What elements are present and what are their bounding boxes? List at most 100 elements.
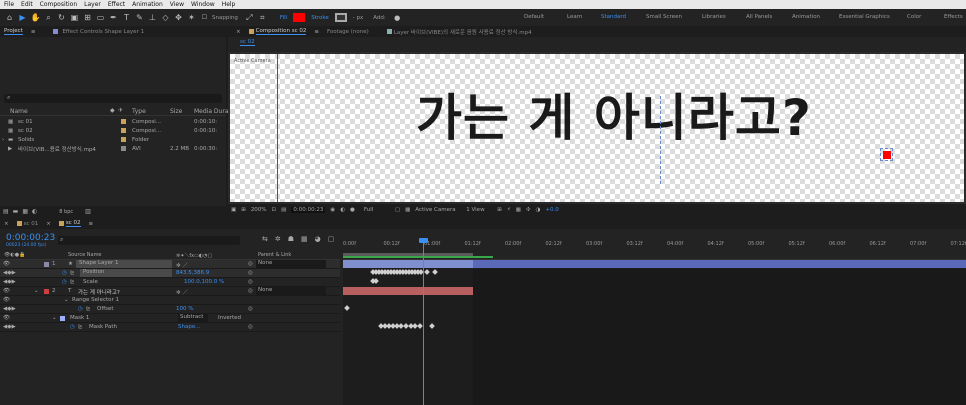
timeline-icon[interactable]: ▦ bbox=[516, 207, 521, 213]
layer-row-2[interactable]: 👁 ⌄ 2 T 가는 게 아니라고? ✲ ／ ◎ None bbox=[0, 287, 340, 296]
add-label[interactable]: Add: bbox=[373, 15, 386, 21]
roto-tool-icon[interactable]: ✥ bbox=[173, 12, 184, 23]
list-item[interactable]: ▶ 바이브(VIB...용료 정산방식.mp4 AVI 2.2 MB 0:00:… bbox=[0, 144, 226, 153]
snap-options-icon[interactable]: ⤢ bbox=[244, 12, 255, 23]
project-search[interactable]: ⌕ bbox=[4, 94, 222, 103]
flowchart-icon[interactable]: ✣ bbox=[526, 207, 531, 213]
keyframe[interactable] bbox=[373, 278, 379, 284]
stroke-swatch[interactable] bbox=[334, 13, 347, 22]
workspace-libraries[interactable]: Libraries bbox=[702, 14, 726, 20]
anchor-point-handle[interactable] bbox=[660, 96, 661, 184]
panel-menu-icon[interactable]: ≡ bbox=[31, 29, 36, 35]
layer-switches[interactable]: ✲ ／ bbox=[176, 288, 188, 296]
pickwhip-icon[interactable]: ◎ bbox=[248, 306, 253, 312]
list-item[interactable]: › ▬ Solids Folder bbox=[0, 135, 226, 144]
mask-mode-select[interactable]: Subtract bbox=[178, 314, 208, 322]
fill-label[interactable]: Fill bbox=[280, 15, 287, 21]
menu-edit[interactable]: Edit bbox=[21, 1, 33, 8]
property-offset[interactable]: ◀◆▶ ◷ ⊵ Offset 100 % ◎ bbox=[0, 305, 340, 314]
visibility-icon[interactable]: 👁 bbox=[3, 288, 10, 294]
bpc-label[interactable]: 8 bpc bbox=[59, 209, 73, 215]
time-ruler[interactable]: 0:00f 00:12f 01:00f 01:12f 02:00f 02:12f 03:00… bbox=[343, 240, 966, 260]
color-mgmt-icon[interactable]: ● bbox=[350, 207, 355, 213]
type-tool-icon[interactable]: T bbox=[121, 12, 132, 23]
preview-icon[interactable]: ▣ bbox=[231, 207, 236, 213]
snapping-checkbox-icon[interactable]: ☐ bbox=[199, 12, 210, 23]
menu-animation[interactable]: Animation bbox=[132, 1, 163, 8]
camera-tool-icon[interactable]: ▣ bbox=[69, 12, 80, 23]
clone-tool-icon[interactable]: ⊥ bbox=[147, 12, 158, 23]
keyframe-nav-icon[interactable]: ◀◆▶ bbox=[3, 270, 16, 276]
expand-arrow-icon[interactable]: ⌄ bbox=[52, 315, 57, 321]
property-mask-path[interactable]: ◀◆▶ ◷ ⊵ Mask Path Shape... ◎ bbox=[0, 323, 340, 332]
property-range-selector[interactable]: 👁 ⌄ Range Selector 1 bbox=[0, 296, 340, 305]
fast-preview-icon[interactable]: ⚡ bbox=[507, 207, 511, 213]
zoom-tool-icon[interactable]: ⌕ bbox=[43, 12, 54, 23]
visibility-icon[interactable]: 👁 bbox=[3, 315, 10, 321]
menu-help[interactable]: Help bbox=[222, 1, 236, 8]
tab-project[interactable]: Project bbox=[4, 28, 23, 35]
transparency-icon[interactable]: ▦ bbox=[405, 207, 410, 213]
col-source-name[interactable]: Source Name bbox=[68, 252, 102, 258]
snapshot-icon[interactable]: ◉ bbox=[330, 207, 335, 213]
subtab-sc02[interactable]: sc 02 bbox=[240, 39, 255, 46]
roi-icon[interactable]: ▢ bbox=[395, 207, 400, 213]
parent-select[interactable]: None bbox=[256, 260, 326, 268]
keyframe[interactable] bbox=[344, 305, 350, 311]
new-folder-icon[interactable]: ▬ bbox=[13, 208, 19, 215]
layer-row-1[interactable]: 👁 1 ★ Shape Layer 1 ✲ ／ ◎ None bbox=[0, 260, 340, 269]
rotate-tool-icon[interactable]: ↻ bbox=[56, 12, 67, 23]
home-icon[interactable]: ⌂ bbox=[4, 12, 15, 23]
col-name[interactable]: Name bbox=[10, 108, 28, 115]
stopwatch-icon[interactable]: ◷ bbox=[70, 324, 75, 330]
property-value[interactable]: Shape... bbox=[178, 324, 200, 330]
workspace-all-panels[interactable]: All Panels bbox=[746, 14, 772, 20]
layer-label-color[interactable] bbox=[44, 289, 49, 294]
keyframe[interactable] bbox=[432, 269, 438, 275]
shy-icon[interactable]: ☗ bbox=[288, 235, 294, 243]
pickwhip-icon[interactable]: ◎ bbox=[248, 288, 253, 294]
workspace-standard[interactable]: Standard bbox=[601, 14, 626, 20]
current-time-head[interactable] bbox=[419, 238, 428, 243]
workspace-small-screen[interactable]: Small Screen bbox=[646, 14, 682, 20]
layer-name[interactable]: 가는 게 아니라고? bbox=[78, 288, 120, 296]
menu-effect[interactable]: Effect bbox=[108, 1, 125, 8]
exposure-icon[interactable]: ◑ bbox=[536, 207, 541, 213]
tab-timeline-sc01[interactable]: sc 01 bbox=[24, 221, 39, 227]
camera-select[interactable]: Active Camera bbox=[415, 207, 461, 213]
list-item[interactable]: ▦ sc 01 Composi... 0:00:10: bbox=[0, 117, 226, 126]
workspace-default[interactable]: Default bbox=[524, 14, 544, 20]
exposure-value[interactable]: +0.0 bbox=[545, 207, 558, 213]
property-position[interactable]: ◀◆▶ ◷ ⊵ Position 843.5,386.9 ◎ bbox=[0, 269, 340, 278]
mask-handle[interactable] bbox=[880, 148, 893, 161]
hand-tool-icon[interactable]: ✋ bbox=[30, 12, 41, 23]
menu-file[interactable]: File bbox=[4, 1, 14, 8]
pen-tool-icon[interactable]: ✒ bbox=[108, 12, 119, 23]
frame-blending-icon[interactable]: ▦ bbox=[301, 235, 308, 243]
workspace-color[interactable]: Color bbox=[907, 14, 921, 20]
close-icon[interactable]: × bbox=[46, 221, 51, 227]
menu-window[interactable]: Window bbox=[191, 1, 215, 8]
visibility-icon[interactable]: 👁 bbox=[3, 297, 10, 303]
property-value[interactable]: 100 % bbox=[176, 306, 193, 312]
layer-name[interactable]: Shape Layer 1 bbox=[76, 260, 172, 268]
pan-behind-tool-icon[interactable]: ⊞ bbox=[82, 12, 93, 23]
menu-composition[interactable]: Composition bbox=[40, 1, 77, 8]
col-type[interactable]: Type bbox=[132, 108, 146, 115]
keyframe[interactable] bbox=[424, 269, 430, 275]
tab-composition[interactable]: Composition sc 02 bbox=[255, 28, 307, 35]
comp-viewer[interactable]: Active Camera 가는 게 아니라고? bbox=[228, 52, 966, 204]
workspace-effects[interactable]: Effects bbox=[944, 14, 963, 20]
parent-select[interactable]: None bbox=[256, 287, 326, 295]
workspace-essential-graphics[interactable]: Essential Graphics bbox=[839, 14, 890, 20]
stroke-label[interactable]: Stroke bbox=[311, 15, 329, 21]
layer-label-color[interactable] bbox=[44, 262, 49, 267]
expand-arrow-icon[interactable]: ⌄ bbox=[34, 288, 39, 294]
new-comp-icon[interactable]: ▦ bbox=[22, 208, 28, 215]
show-channel-icon[interactable]: ◐ bbox=[340, 207, 345, 213]
workspace-animation[interactable]: Animation bbox=[792, 14, 820, 20]
list-item[interactable]: ▦ sc 02 Composi... 0:00:10: bbox=[0, 126, 226, 135]
puppet-tool-icon[interactable]: ✶ bbox=[186, 12, 197, 23]
view-layout-select[interactable]: 1 View bbox=[466, 207, 492, 213]
comp-text-layer[interactable]: 가는 게 아니라고? bbox=[416, 88, 812, 148]
